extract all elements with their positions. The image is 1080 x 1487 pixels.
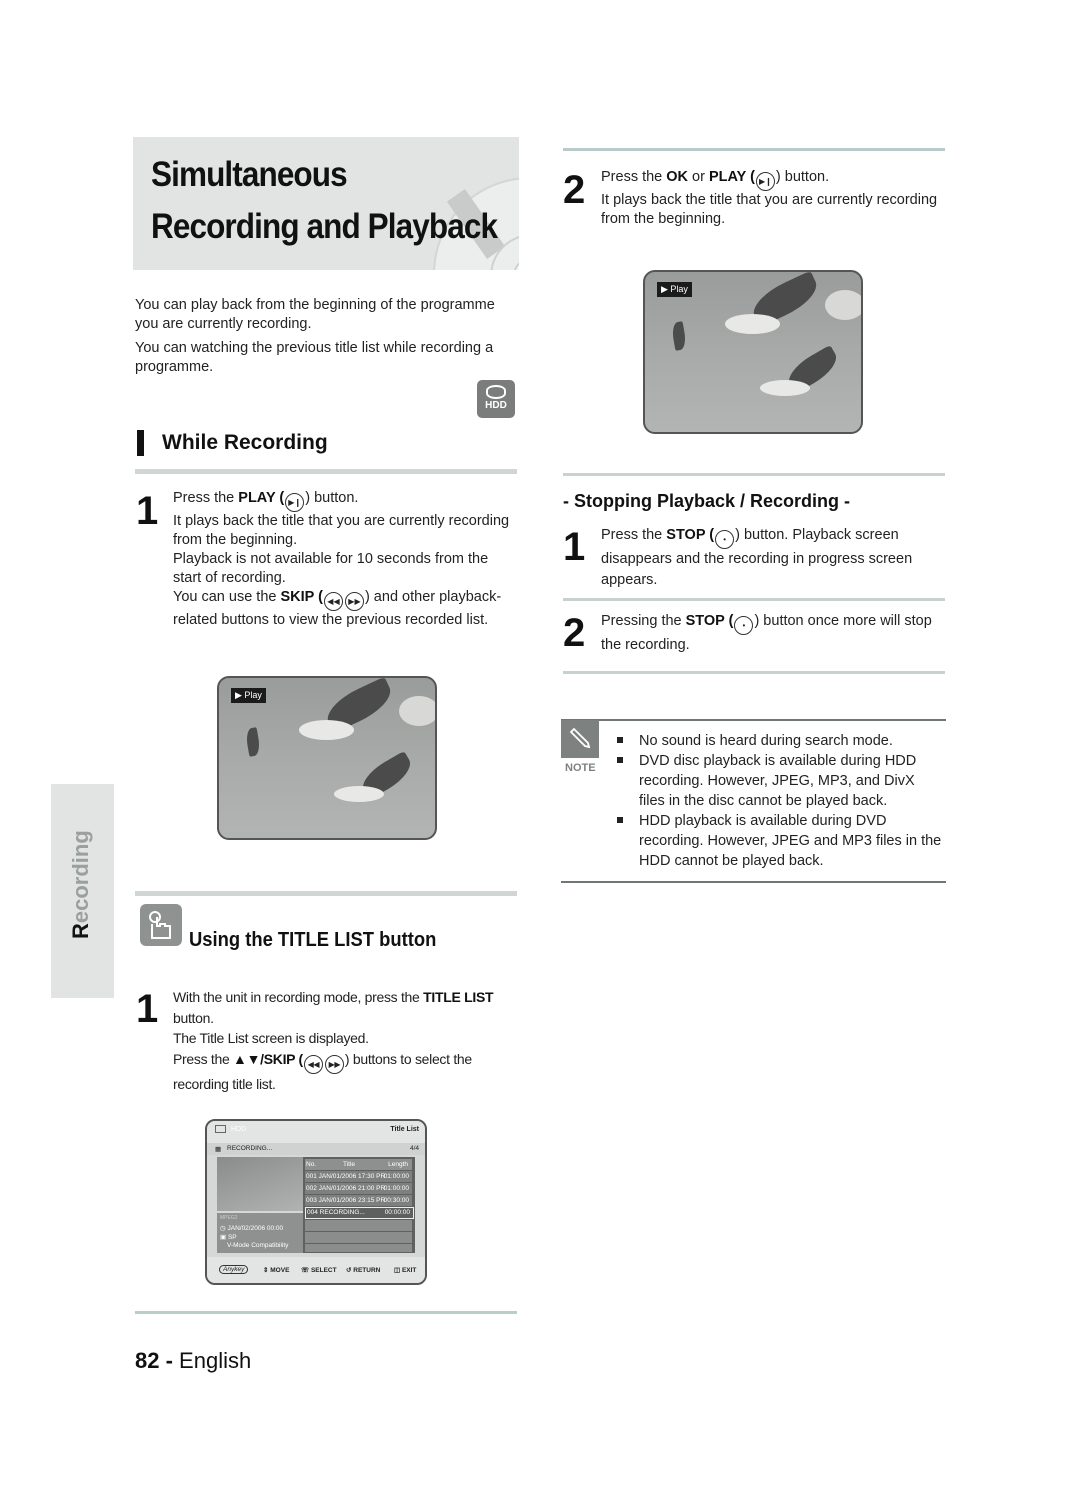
return-hint: ↺ RETURN	[346, 1267, 381, 1274]
title-list-footer: Anykey ⇕ MOVE ☏ SELECT ↺ RETURN ◫ EXIT	[207, 1257, 425, 1283]
play-button-icon: ▶❙	[285, 493, 305, 512]
note-bottom-rule	[561, 881, 946, 883]
stop-step-2-text: Pressing the STOP (•) button once more w…	[601, 613, 932, 653]
section-heading-title-list: Using the TITLE LIST button	[189, 929, 437, 951]
film-icon: ▦	[215, 1146, 222, 1153]
title-banner: Simultaneous Recording and Playback	[133, 137, 519, 270]
note-item: HDD playback is available during DVD rec…	[617, 811, 942, 871]
title-count: 4/4	[409, 1145, 419, 1152]
table-header: No. Title Length	[305, 1159, 412, 1170]
anykey-button: Anykey	[219, 1265, 249, 1274]
recording-status: RECORDING...	[227, 1145, 273, 1152]
step-number: 2	[563, 168, 586, 212]
stop-step-1-text: Press the STOP (•) button. Playback scre…	[601, 527, 913, 588]
title-list-header: HDD Title List	[207, 1121, 425, 1143]
exit-hint: ◫ EXIT	[394, 1267, 417, 1274]
skip-back-icon: ◀◀	[323, 592, 343, 611]
section-heading-while-recording: While Recording	[162, 431, 328, 454]
divider	[563, 671, 945, 674]
title-list-table: No. Title Length 001 JAN/01/2006 17:30 P…	[303, 1157, 415, 1253]
divider	[135, 891, 517, 896]
hdd-disk-icon	[486, 385, 506, 399]
empty-row	[305, 1232, 412, 1243]
title-info-panel: MPEG2 ◷ JAN/02/2006 00:00 ▣ SP V-Mode Co…	[217, 1213, 303, 1253]
table-row-selected[interactable]: 004 RECORDING... 00:00:00	[305, 1207, 414, 1219]
playback-screenshot: ▶ Play	[643, 270, 863, 434]
status-bar: ▦ RECORDING... 4/4	[207, 1143, 425, 1155]
title-list-step-1-text: With the unit in recording mode, press t…	[173, 989, 494, 1092]
divider	[563, 598, 945, 601]
device-label: HDD	[231, 1126, 247, 1133]
step-number: 2	[563, 611, 586, 655]
intro-paragraph-2: You can watching the previous title list…	[135, 340, 494, 375]
empty-row	[305, 1220, 412, 1231]
step-2-text: Press the OK or PLAY (▶❙) button. It pla…	[601, 169, 938, 227]
intro-paragraph-1: You can play back from the beginning of …	[135, 297, 495, 332]
note-item: DVD disc playback is available during HD…	[617, 751, 942, 811]
note-top-rule	[561, 719, 946, 721]
section-marker	[137, 430, 144, 456]
note-pencil-icon	[561, 720, 599, 758]
page-number: 82	[135, 1348, 160, 1373]
info-date-row: ◷ JAN/02/2006 00:00	[220, 1225, 284, 1232]
step-1-text: Press the PLAY (▶❙) button. It plays bac…	[173, 490, 510, 628]
table-row[interactable]: 003 JAN/01/2006 23:15 PR 00:30:00	[305, 1195, 412, 1206]
note-label: NOTE	[565, 762, 596, 774]
play-tag: ▶ Play	[657, 282, 692, 297]
play-button-icon: ▶❙	[755, 172, 775, 191]
stopping-heading: - Stopping Playback / Recording -	[563, 491, 851, 511]
divider	[563, 148, 945, 151]
step-number: 1	[563, 525, 586, 569]
lock-icon: ▣	[220, 1234, 227, 1241]
playback-screenshot: ▶ Play	[217, 676, 437, 840]
language-label: English	[179, 1348, 252, 1373]
move-hint: ⇕ MOVE	[263, 1267, 290, 1274]
hand-press-icon	[140, 904, 182, 946]
info-format: MPEG2	[220, 1215, 238, 1221]
stop-button-icon: •	[715, 530, 735, 549]
note-item: No sound is heard during search mode.	[617, 731, 942, 751]
play-tag: ▶ Play	[231, 688, 266, 703]
info-mode-row: ▣ SP	[220, 1234, 237, 1241]
preview-thumbnail	[217, 1157, 303, 1211]
divider	[135, 1311, 517, 1314]
skip-forward-icon: ▶▶	[324, 1054, 344, 1074]
table-row[interactable]: 001 JAN/01/2006 17:30 PR 01:00:00	[305, 1171, 412, 1182]
info-compat: V-Mode Compatibility	[227, 1242, 289, 1249]
empty-row	[305, 1244, 412, 1252]
table-row[interactable]: 002 JAN/01/2006 21:00 PR 01:00:00	[305, 1183, 412, 1194]
step-number: 1	[136, 489, 159, 533]
skip-forward-icon: ▶▶	[344, 592, 364, 611]
stop-button-icon: •	[734, 616, 754, 635]
skip-back-icon: ◀◀	[303, 1054, 323, 1074]
chapter-side-tab-label: Recording	[68, 830, 93, 939]
hdd-badge-label: HDD	[485, 400, 507, 411]
title-list-screenshot: HDD Title List ▦ RECORDING... 4/4 MPEG2 …	[205, 1119, 427, 1285]
note-list: No sound is heard during search mode. DV…	[617, 731, 942, 871]
select-hint: ☏ SELECT	[301, 1267, 337, 1274]
page-title-line1: Simultaneous	[151, 155, 348, 194]
hdd-badge: HDD	[477, 380, 515, 418]
divider	[135, 469, 517, 474]
clock-icon: ◷	[220, 1225, 226, 1232]
screen-title: Title List	[390, 1126, 419, 1133]
hdd-small-icon	[215, 1125, 226, 1133]
chapter-side-tab: Recording	[51, 784, 114, 998]
divider	[563, 473, 945, 476]
page-title-line2: Recording and Playback	[151, 207, 498, 246]
step-number: 1	[136, 987, 159, 1031]
page-footer: 82 - English	[135, 1348, 252, 1373]
